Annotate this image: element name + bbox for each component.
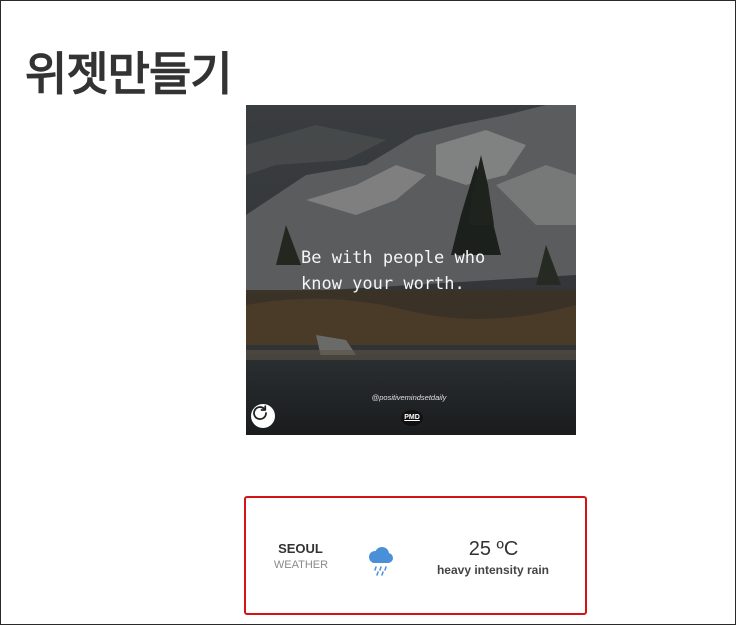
refresh-button[interactable] <box>251 404 275 428</box>
page-title: 위젯만들기 <box>25 47 233 101</box>
weather-description: heavy intensity rain <box>436 563 550 577</box>
weather-widget: SEOUL WEATHER 25 ºC heavy intensity rain <box>244 496 587 615</box>
weather-label: WEATHER <box>273 559 329 571</box>
refresh-icon <box>253 405 267 420</box>
weather-temperature: 25 ºC <box>468 538 519 560</box>
quote-card: Be with people who know your worth. @pos… <box>246 105 576 435</box>
quote-text: Be with people who know your worth. <box>301 248 486 294</box>
quote-handle: @positivemindsetdaily <box>246 393 576 402</box>
quote-handle-text: @positivemindsetdaily <box>371 393 447 402</box>
rain-cloud-icon <box>369 547 393 576</box>
pmd-logo: PMD <box>401 410 423 426</box>
weather-city: SEOUL <box>278 541 323 556</box>
